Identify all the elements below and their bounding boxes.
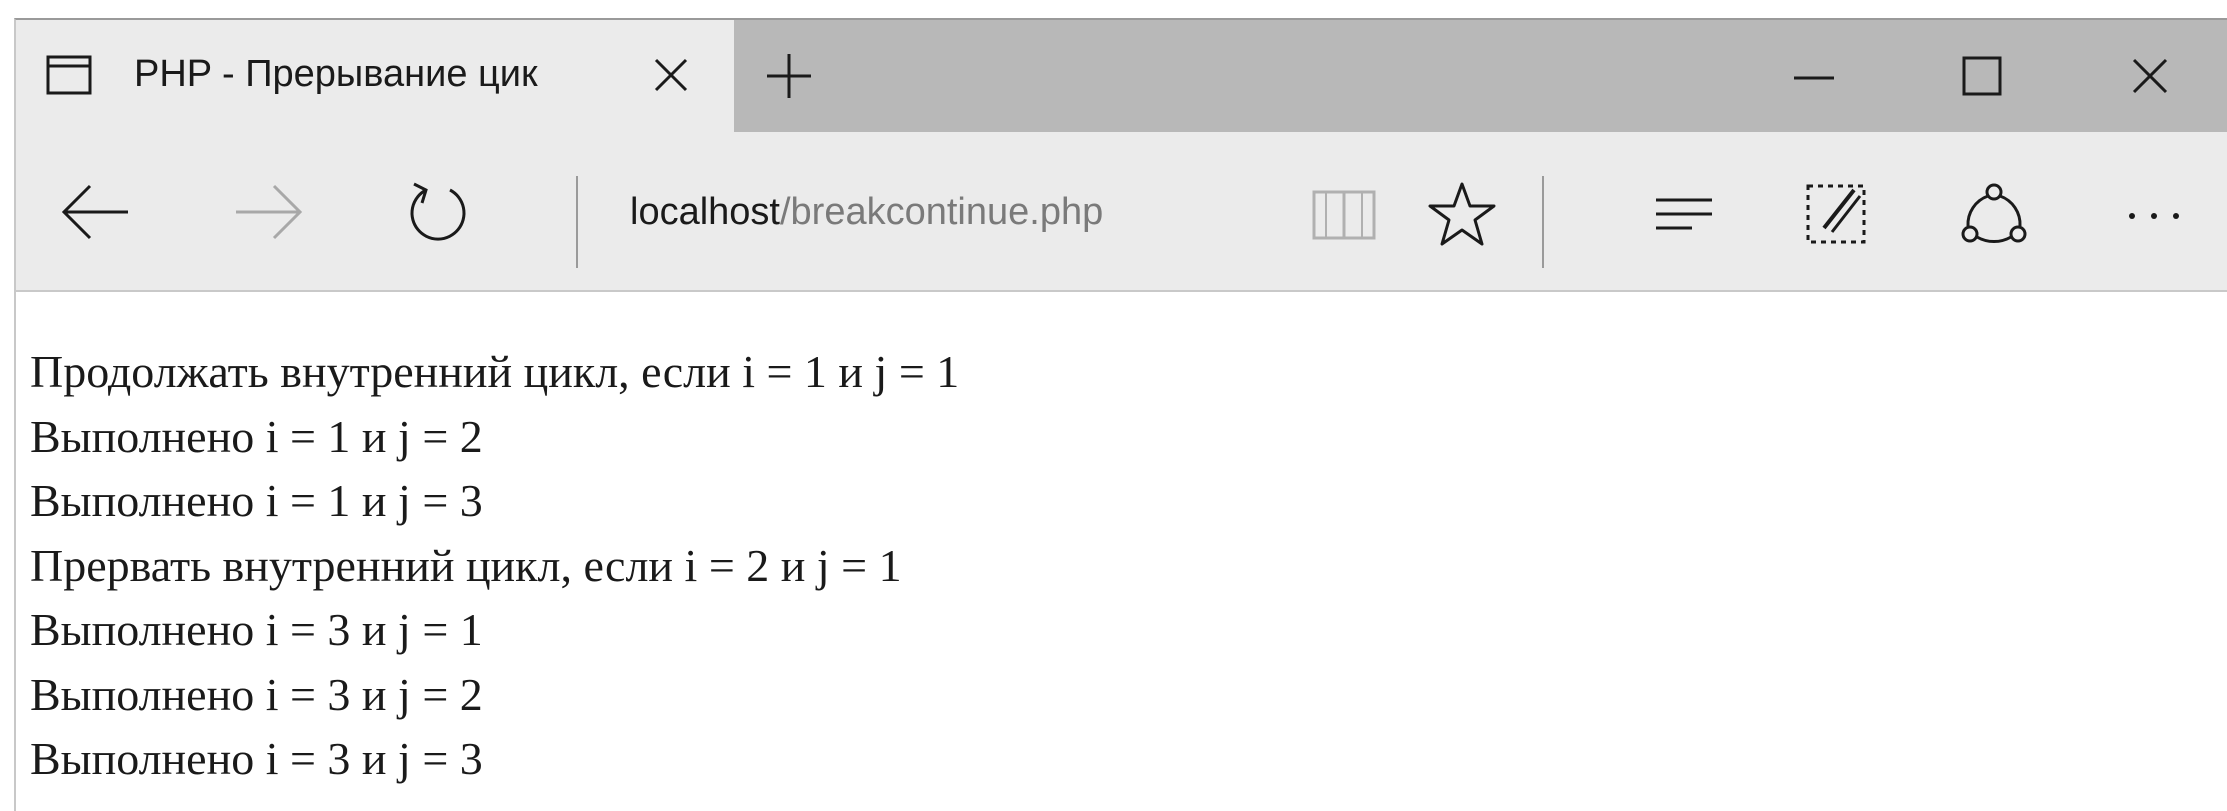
tab-close-icon[interactable] xyxy=(646,50,696,100)
web-note-icon[interactable] xyxy=(1798,176,1874,252)
tab-title: PHP - Прерывание цик xyxy=(134,53,538,95)
back-arrow-icon[interactable] xyxy=(56,172,136,252)
reading-view-icon[interactable] xyxy=(1306,176,1382,252)
navigation-bar: localhost/breakcontinue.php xyxy=(16,132,2227,292)
page-icon xyxy=(46,55,92,95)
favorite-star-icon[interactable] xyxy=(1424,176,1500,252)
address-path: /breakcontinue.php xyxy=(779,191,1104,233)
more-icon[interactable] xyxy=(2116,176,2192,252)
toolbar-divider xyxy=(576,176,578,268)
share-icon[interactable] xyxy=(1956,176,2032,252)
output-line: Выполнено i = 3 и j = 2 xyxy=(30,668,483,720)
tab-bar: PHP - Прерывание цик xyxy=(16,20,2227,132)
new-tab-icon[interactable] xyxy=(761,48,817,104)
output-line: Выполнено i = 1 и j = 3 xyxy=(30,475,483,526)
address-host: localhost xyxy=(630,191,780,233)
window-close-icon[interactable] xyxy=(2120,46,2180,106)
output-line: Выполнено i = 3 и j = 1 xyxy=(30,604,483,655)
output-line: Прервать внутренний цикл, если i = 2 и j… xyxy=(30,539,902,591)
output-line: Продолжать внутренний цикл, если i = 1 и… xyxy=(30,346,960,397)
refresh-icon[interactable] xyxy=(398,172,478,252)
maximize-icon[interactable] xyxy=(1952,46,2012,106)
toolbar-divider xyxy=(1542,176,1544,268)
page-content: Продолжать внутренний цикл, если i = 1 и… xyxy=(30,340,1630,792)
output-line: Выполнено i = 3 и j = 3 xyxy=(30,733,483,784)
output-line: Выполнено i = 1 и j = 2 xyxy=(30,410,483,462)
hub-icon[interactable] xyxy=(1646,176,1722,252)
forward-arrow-icon[interactable] xyxy=(228,172,308,252)
minimize-icon[interactable] xyxy=(1784,46,1844,106)
tab-active[interactable]: PHP - Прерывание цик xyxy=(16,20,734,132)
address-bar[interactable]: localhost/breakcontinue.php xyxy=(630,182,1330,242)
